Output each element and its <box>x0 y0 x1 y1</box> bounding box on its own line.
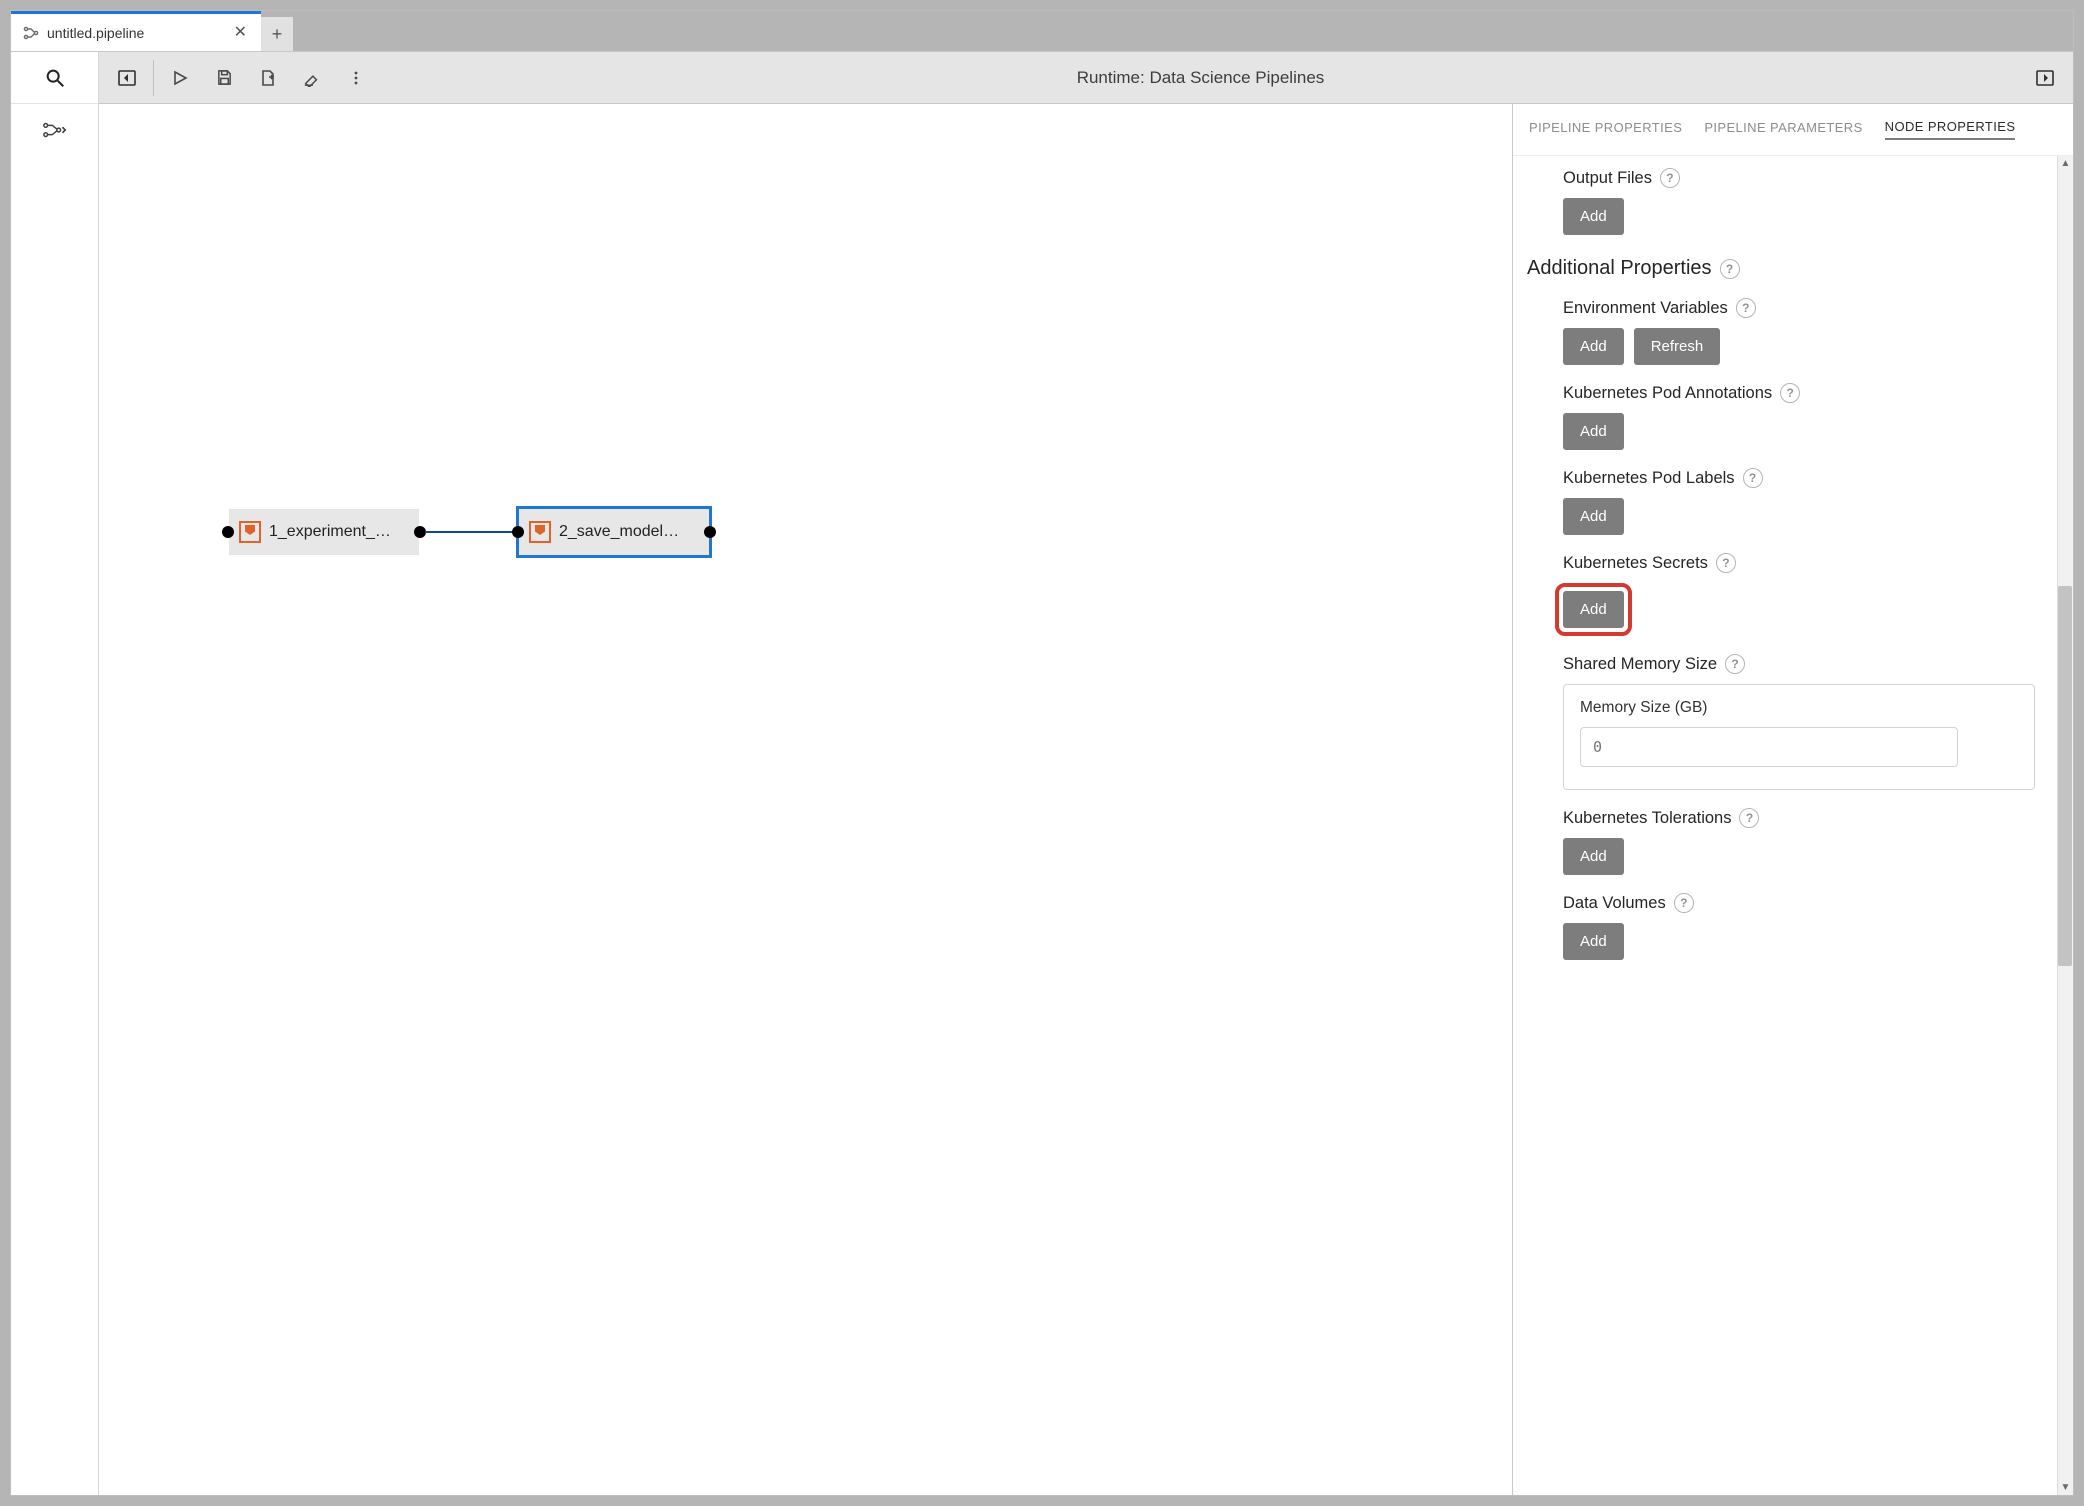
add-data-volume-button[interactable]: Add <box>1563 923 1624 960</box>
additional-properties-header: Additional Properties ? <box>1527 257 2055 280</box>
new-tab-button[interactable]: + <box>261 17 293 51</box>
clear-icon[interactable] <box>292 58 332 98</box>
pod-labels-label: Kubernetes Pod Labels ? <box>1563 468 2055 488</box>
close-icon[interactable]: ✕ <box>234 25 247 41</box>
add-secret-button[interactable]: Add <box>1563 591 1624 628</box>
help-icon[interactable]: ? <box>1725 654 1745 674</box>
help-icon[interactable]: ? <box>1674 893 1694 913</box>
separator <box>153 60 154 96</box>
add-output-file-button[interactable]: Add <box>1563 198 1624 235</box>
scroll-down-icon[interactable]: ▼ <box>2061 1482 2071 1493</box>
tab-title: untitled.pipeline <box>47 25 144 41</box>
tab-node-properties[interactable]: NODE PROPERTIES <box>1885 119 2016 140</box>
more-icon[interactable] <box>336 58 376 98</box>
help-icon[interactable]: ? <box>1660 168 1680 188</box>
add-pod-annotation-button[interactable]: Add <box>1563 413 1624 450</box>
memory-size-sublabel: Memory Size (GB) <box>1580 699 2018 717</box>
shared-memory-label: Shared Memory Size ? <box>1563 654 2055 674</box>
output-files-label: Output Files ? <box>1563 168 2055 188</box>
node-label: 2_save_model… <box>559 523 699 541</box>
pipeline-link[interactable] <box>425 531 517 533</box>
run-icon[interactable] <box>160 58 200 98</box>
scrollbar[interactable]: ▲ ▼ <box>2057 156 2073 1495</box>
export-icon[interactable] <box>248 58 288 98</box>
add-env-var-button[interactable]: Add <box>1563 328 1624 365</box>
properties-body: Output Files ? Add Additional Properties… <box>1513 156 2073 1495</box>
node-output-port[interactable] <box>704 526 716 538</box>
refresh-env-vars-button[interactable]: Refresh <box>1634 328 1721 365</box>
secrets-label: Kubernetes Secrets ? <box>1563 553 2055 573</box>
tab-pipeline-parameters[interactable]: PIPELINE PARAMETERS <box>1704 120 1862 139</box>
panel-toggle-right-icon[interactable] <box>2025 58 2065 98</box>
data-volumes-label: Data Volumes ? <box>1563 893 2055 913</box>
scroll-up-icon[interactable]: ▲ <box>2061 158 2071 169</box>
node-label: 1_experiment_… <box>269 523 409 541</box>
canvas-wrap: 1_experiment_… 2_save_model… <box>99 104 2073 1495</box>
notebook-icon <box>239 521 261 543</box>
editor-toolbar: Runtime: Data Science Pipelines <box>99 52 2073 104</box>
notebook-icon <box>529 521 551 543</box>
pod-annotations-label: Kubernetes Pod Annotations ? <box>1563 383 2055 403</box>
tab-bar: untitled.pipeline ✕ + <box>11 11 2073 51</box>
rail-search-button[interactable] <box>11 52 98 104</box>
add-toleration-button[interactable]: Add <box>1563 838 1624 875</box>
main-area: Runtime: Data Science Pipelines <box>11 52 2073 1495</box>
highlighted-annotation: Add <box>1555 583 1632 636</box>
add-pod-label-button[interactable]: Add <box>1563 498 1624 535</box>
runtime-label: Runtime: Data Science Pipelines <box>380 68 2021 88</box>
help-icon[interactable]: ? <box>1739 808 1759 828</box>
env-vars-label: Environment Variables ? <box>1563 298 2055 318</box>
right-properties-panel: PIPELINE PROPERTIES PIPELINE PARAMETERS … <box>1513 104 2073 1495</box>
tolerations-label: Kubernetes Tolerations ? <box>1563 808 2055 828</box>
help-icon[interactable]: ? <box>1736 298 1756 318</box>
save-icon[interactable] <box>204 58 244 98</box>
shared-memory-box: Memory Size (GB) <box>1563 684 2035 790</box>
help-icon[interactable]: ? <box>1780 383 1800 403</box>
help-icon[interactable]: ? <box>1743 468 1763 488</box>
tab-untitled-pipeline[interactable]: untitled.pipeline ✕ <box>11 11 261 51</box>
node-input-port[interactable] <box>512 526 524 538</box>
help-icon[interactable]: ? <box>1716 553 1736 573</box>
workspace: Runtime: Data Science Pipelines <box>99 52 2073 1495</box>
help-icon[interactable]: ? <box>1720 259 1740 279</box>
pipeline-node[interactable]: 2_save_model… <box>519 509 709 555</box>
left-rail <box>11 52 99 1495</box>
pipeline-file-icon <box>23 25 39 41</box>
app-window: untitled.pipeline ✕ + <box>10 10 2074 1496</box>
tab-pipeline-properties[interactable]: PIPELINE PROPERTIES <box>1529 120 1682 139</box>
pipeline-canvas[interactable]: 1_experiment_… 2_save_model… <box>99 104 1513 1495</box>
properties-tabs: PIPELINE PROPERTIES PIPELINE PARAMETERS … <box>1513 104 2073 156</box>
node-input-port[interactable] <box>222 526 234 538</box>
memory-size-input[interactable] <box>1580 727 1958 767</box>
scroll-thumb[interactable] <box>2058 586 2072 966</box>
rail-pipeline-button[interactable] <box>11 104 98 156</box>
pipeline-node[interactable]: 1_experiment_… <box>229 509 419 555</box>
panel-toggle-left-icon[interactable] <box>107 58 147 98</box>
